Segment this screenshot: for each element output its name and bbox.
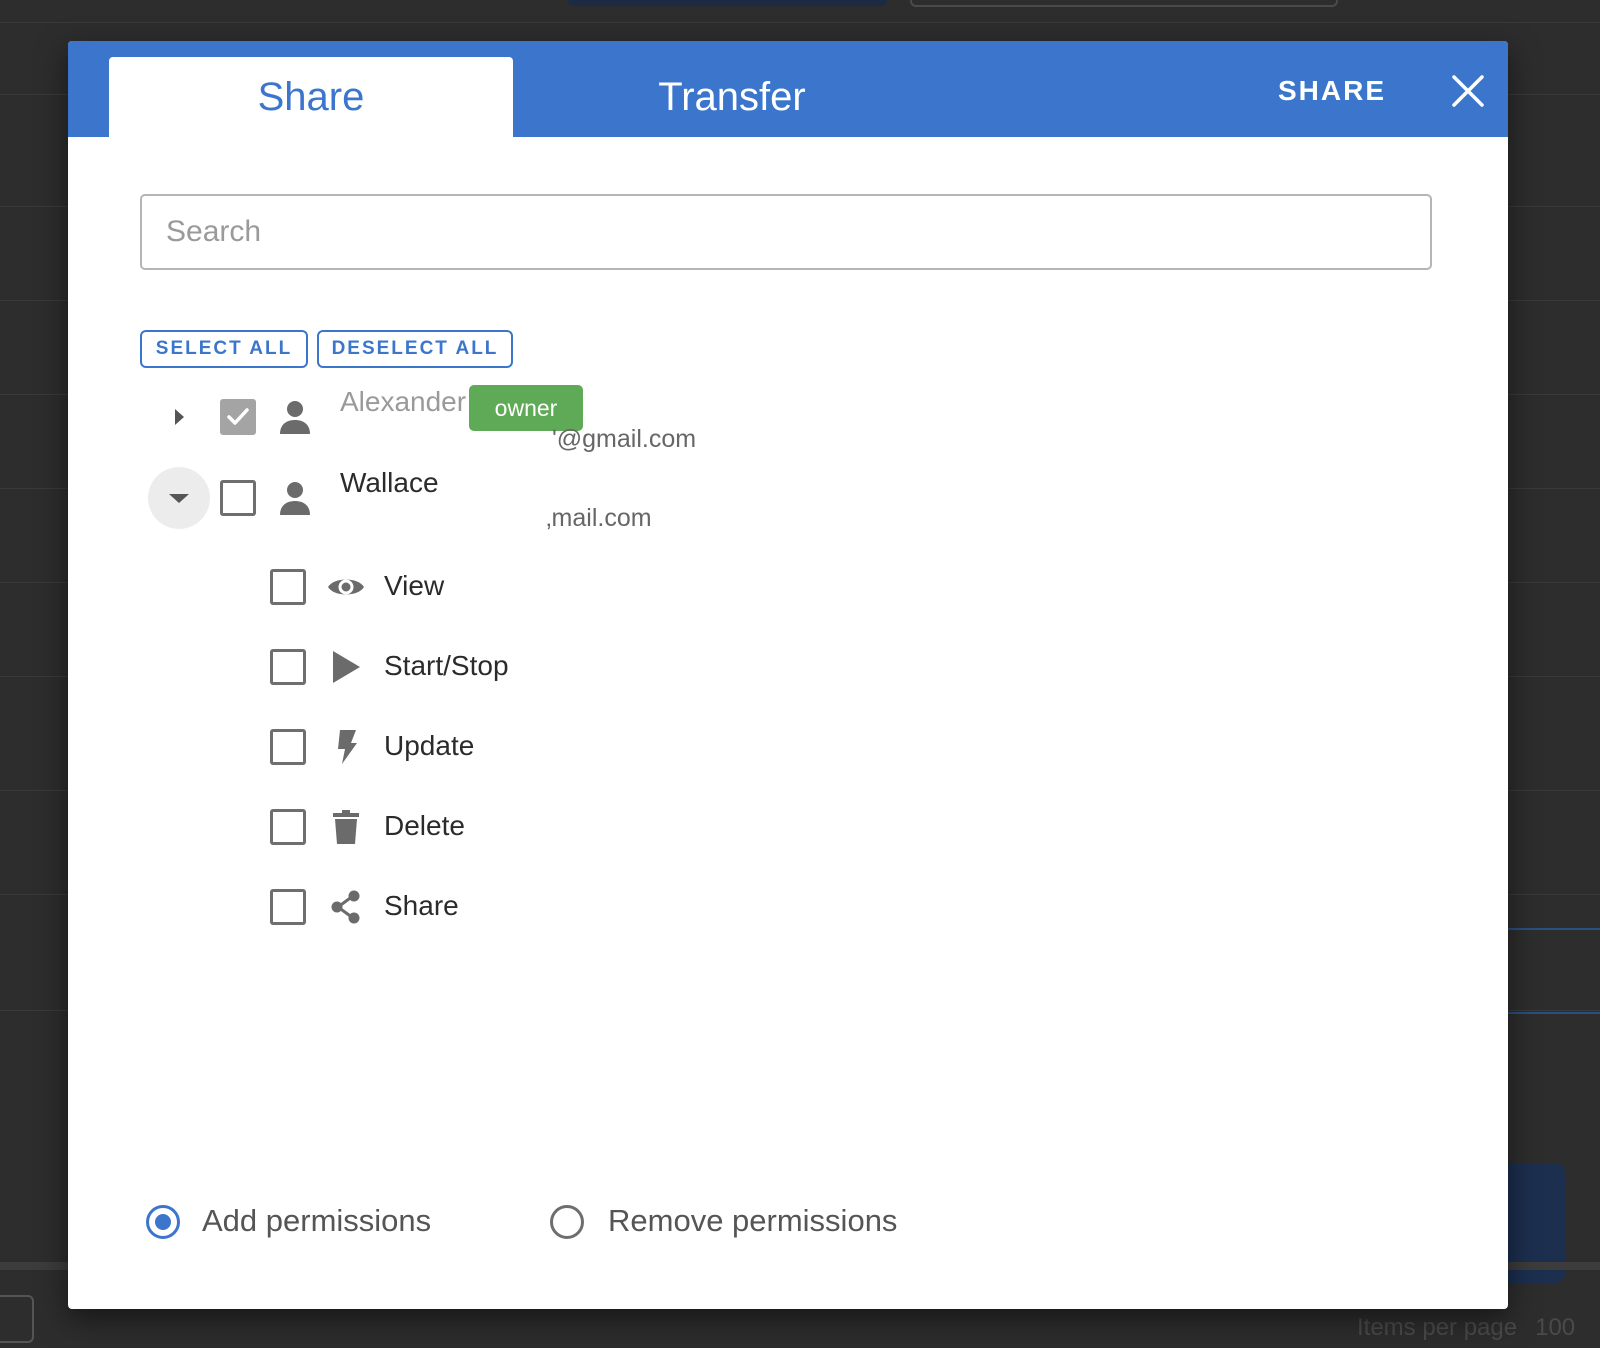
background-divider [0, 22, 1600, 23]
permission-label: Start/Stop [384, 650, 509, 681]
items-per-page-label: Items per page [1357, 1314, 1518, 1341]
collapse-button[interactable] [148, 467, 210, 529]
user-checkbox[interactable] [220, 399, 256, 435]
select-all-button[interactable]: SELECT ALL [140, 330, 308, 368]
check-icon [227, 408, 249, 425]
user-email: ‚mail.com [546, 504, 652, 532]
background-footer-button [0, 1295, 34, 1343]
deselect-all-button[interactable]: DESELECT ALL [317, 330, 513, 368]
search-input[interactable] [140, 194, 1432, 270]
user-name: Wallace [340, 467, 439, 498]
background-top-button [567, 0, 887, 6]
permission-label: View [384, 570, 445, 601]
share-button[interactable]: SHARE [1278, 71, 1386, 111]
person-icon [280, 401, 310, 434]
background-selected-row [1508, 928, 1600, 1014]
user-name: Alexander [340, 386, 467, 417]
tab-transfer[interactable]: Transfer [530, 57, 934, 137]
dialog-header: Share Transfer SHARE [68, 41, 1508, 137]
permission-checkbox[interactable] [270, 889, 306, 925]
items-per-page: Items per page 100 [1357, 1314, 1575, 1342]
permission-label: Delete [384, 810, 465, 841]
permission-checkbox[interactable] [270, 649, 306, 685]
close-icon [1452, 75, 1484, 107]
permission-label: Update [384, 730, 475, 761]
permission-checkbox[interactable] [270, 729, 306, 765]
tab-share[interactable]: Share [109, 57, 513, 137]
share-dialog: Share Transfer SHARE SELECT ALL DESELECT… [68, 41, 1508, 1309]
remove-permissions-label[interactable]: Remove permissions [608, 1203, 897, 1239]
trash-icon [326, 807, 366, 847]
eye-icon [326, 567, 366, 607]
share-icon [326, 887, 366, 927]
person-icon [280, 482, 310, 515]
add-permissions-radio[interactable] [146, 1205, 180, 1239]
add-permissions-label[interactable]: Add permissions [202, 1203, 431, 1239]
permission-checkbox[interactable] [270, 809, 306, 845]
bolt-icon [326, 727, 366, 767]
chevron-right-icon [175, 409, 184, 425]
permission-checkbox[interactable] [270, 569, 306, 605]
close-button[interactable] [1442, 65, 1494, 117]
chevron-down-icon [169, 494, 189, 503]
items-per-page-value: 100 [1535, 1314, 1576, 1341]
permission-label: Share [384, 890, 459, 921]
user-email: '@gmail.com [552, 425, 697, 453]
user-checkbox[interactable] [220, 480, 256, 516]
play-icon [326, 647, 366, 687]
expand-button[interactable] [148, 386, 210, 448]
background-top-field [910, 0, 1338, 7]
remove-permissions-radio[interactable] [550, 1205, 584, 1239]
